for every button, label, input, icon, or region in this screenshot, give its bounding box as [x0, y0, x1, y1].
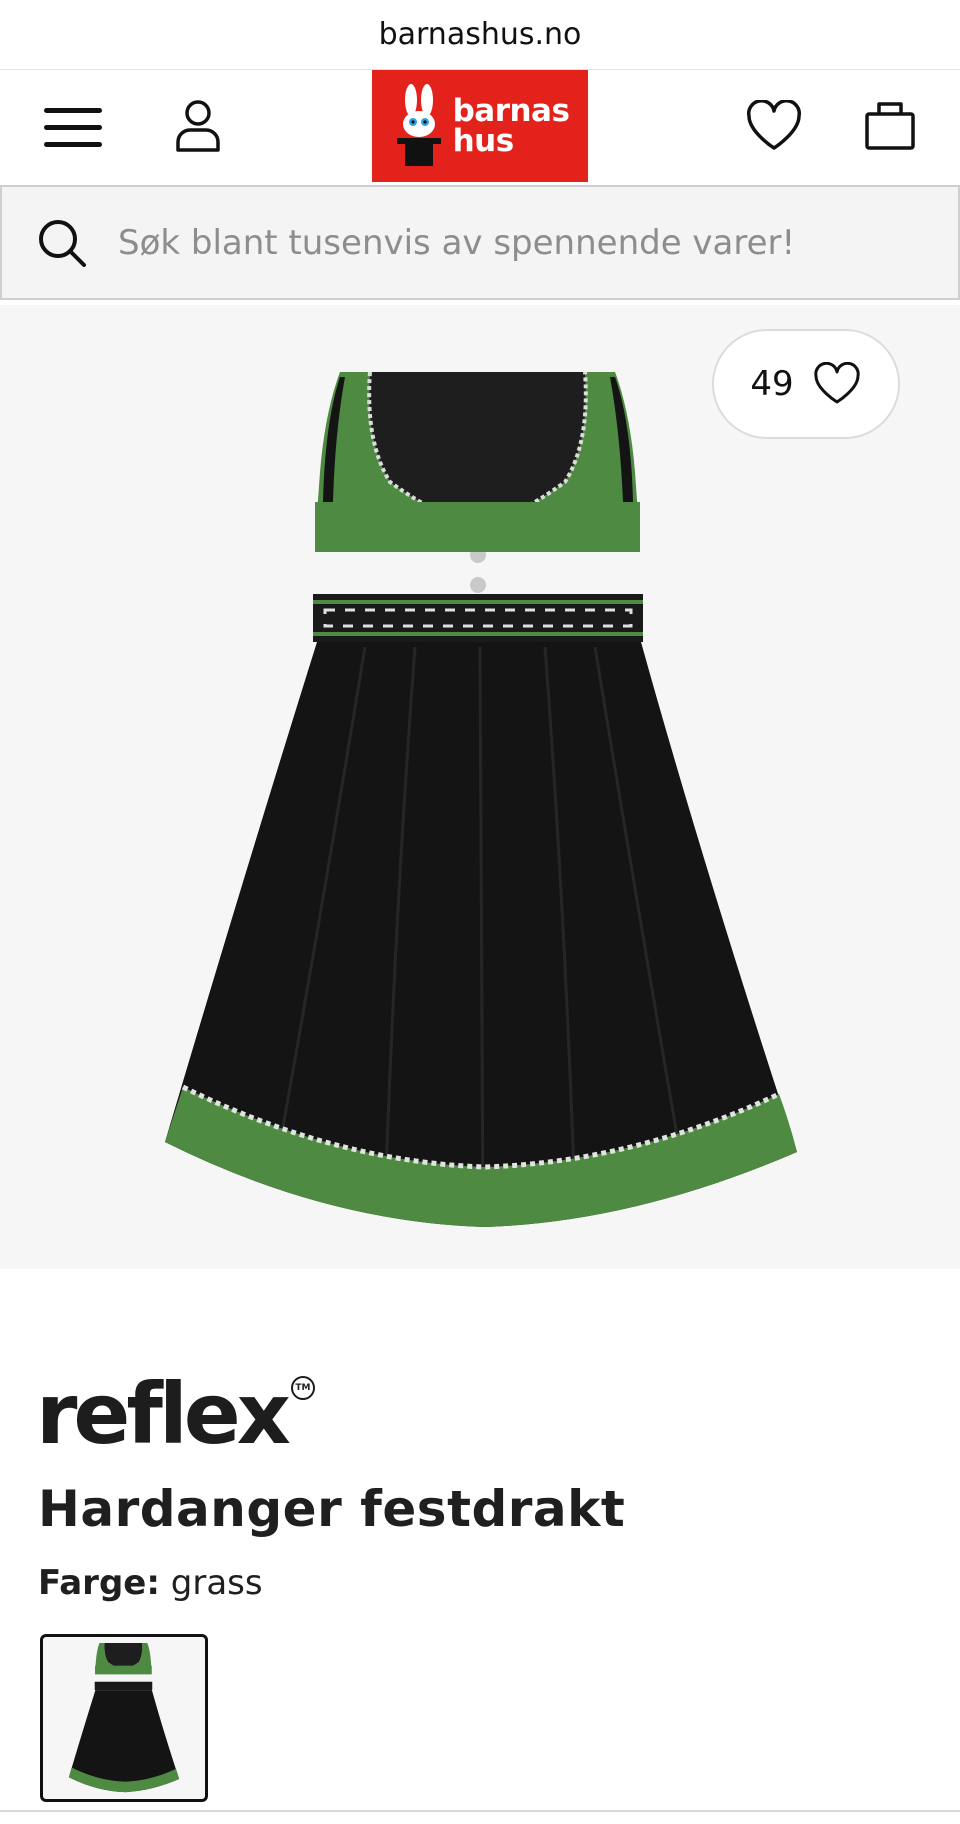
- color-label: Farge:: [38, 1563, 160, 1603]
- logo-line-2: hus: [452, 123, 515, 159]
- color-info: Farge: grass: [38, 1563, 263, 1603]
- color-value: grass: [170, 1563, 263, 1603]
- bunny-logo-icon: [396, 84, 441, 166]
- user-icon[interactable]: [168, 94, 228, 158]
- dress-thumbnail: [68, 1643, 180, 1793]
- browser-url-bar[interactable]: barnashus.no: [0, 0, 960, 70]
- heart-icon: [813, 362, 860, 404]
- divider: [0, 1810, 960, 1812]
- search-icon[interactable]: [36, 217, 88, 269]
- search-input[interactable]: [118, 222, 878, 263]
- brand-name: reflex: [36, 1365, 291, 1463]
- logo-line-1: barnas: [452, 93, 570, 129]
- dress-photo: [165, 372, 797, 1227]
- trademark-icon: TM: [290, 1376, 315, 1400]
- color-variant-thumbnail[interactable]: [40, 1634, 208, 1802]
- url-text: barnashus.no: [378, 17, 582, 52]
- heart-icon[interactable]: [740, 94, 808, 158]
- search-bar[interactable]: [0, 185, 960, 300]
- brand-logo[interactable]: reflex TM: [36, 1372, 315, 1456]
- site-header: barnas hus: [0, 70, 960, 185]
- menu-icon[interactable]: [40, 100, 106, 156]
- site-logo[interactable]: barnas hus: [372, 70, 588, 182]
- product-image[interactable]: 49: [0, 305, 960, 1269]
- product-title: Hardanger festdrakt: [38, 1480, 626, 1538]
- logo-wordmark: barnas hus: [452, 93, 570, 159]
- shopping-bag-icon[interactable]: [858, 92, 922, 158]
